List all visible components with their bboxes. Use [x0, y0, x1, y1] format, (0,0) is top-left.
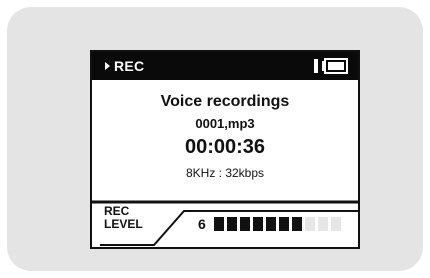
- rec-level-label-line2: LEVEL: [104, 217, 143, 231]
- level-segment: [266, 217, 276, 231]
- status-bar: REC: [92, 52, 358, 80]
- level-segment: [292, 217, 302, 231]
- battery-icon: [314, 58, 348, 74]
- level-segment: [279, 217, 289, 231]
- lcd-screen: REC Voice recordings 0001,mp3 00:00:36 8…: [90, 50, 360, 249]
- level-segment: [240, 217, 250, 231]
- rec-level-label: REC LEVEL: [104, 205, 143, 231]
- recording-filename: 0001,mp3: [195, 116, 255, 131]
- rec-level-meter: [214, 217, 364, 231]
- play-triangle-icon: [105, 62, 110, 70]
- recording-quality: 8KHz : 32kbps: [185, 166, 265, 180]
- recording-title: Voice recordings: [160, 93, 290, 110]
- mode-label: REC: [114, 58, 145, 74]
- level-segment: [331, 217, 341, 231]
- device-bezel: REC Voice recordings 0001,mp3 00:00:36 8…: [7, 7, 423, 271]
- level-segment: [214, 217, 224, 231]
- level-segment: [253, 217, 263, 231]
- rec-level-value: 6: [198, 216, 206, 232]
- level-segment: [305, 217, 315, 231]
- elapsed-time: 00:00:36: [184, 136, 266, 158]
- level-segment: [318, 217, 328, 231]
- level-segment: [227, 217, 237, 231]
